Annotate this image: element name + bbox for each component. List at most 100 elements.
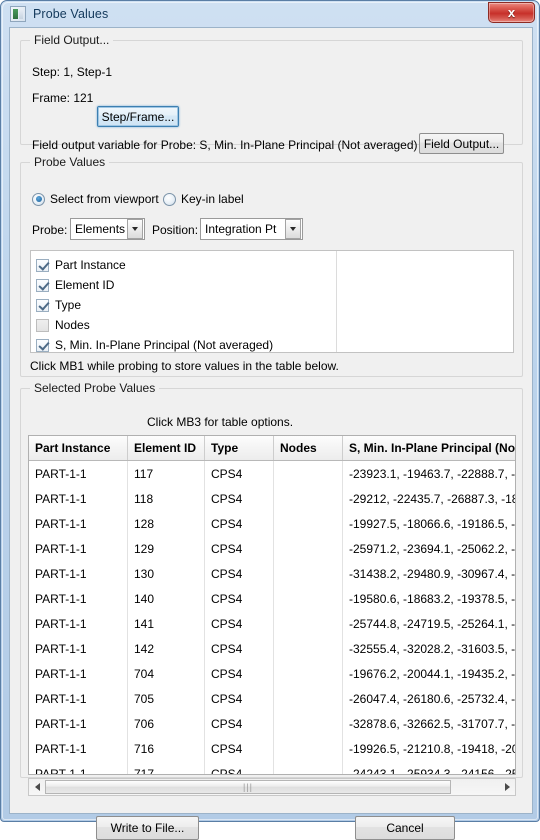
checkbox-icon-checked[interactable] — [36, 298, 49, 312]
column-header-element-id[interactable]: Element ID — [127, 436, 205, 461]
checkbox-icon-checked[interactable] — [36, 338, 49, 352]
checkbox-row-nodes[interactable]: Nodes — [36, 316, 90, 334]
cell-type: CPS4 — [204, 460, 274, 486]
arrow-right-icon — [504, 783, 510, 791]
cell-values: -26047.4, -26180.6, -25732.4, -25862.8 — [342, 686, 515, 711]
table-horizontal-scrollbar[interactable]: ||| — [28, 778, 516, 796]
chevron-down-icon — [132, 227, 138, 231]
cell-part-instance: PART-1-1 — [29, 586, 128, 611]
table-row[interactable]: PART-1-1 140 CPS4 -19580.6, -18683.2, -1… — [29, 586, 515, 611]
listbox-column-divider — [336, 251, 337, 352]
probe-values-table: Part Instance Element ID Type Nodes S, M… — [29, 436, 515, 774]
table-row[interactable]: PART-1-1 717 CPS4 -24243.1, -25934.3, -2… — [29, 761, 515, 774]
probe-combo[interactable]: Elements — [70, 218, 145, 240]
table-row[interactable]: PART-1-1 141 CPS4 -25744.8, -24719.5, -2… — [29, 611, 515, 636]
cell-element-id: 129 — [127, 536, 205, 561]
cell-element-id: 704 — [127, 661, 205, 686]
cell-part-instance: PART-1-1 — [29, 661, 128, 686]
cell-nodes — [273, 711, 343, 736]
field-output-group-title: Field Output... — [30, 33, 114, 47]
cell-type: CPS4 — [204, 486, 274, 511]
checkbox-row-type[interactable]: Type — [36, 296, 81, 314]
checkbox-row-part-instance[interactable]: Part Instance — [36, 256, 126, 274]
abaqus-app-icon — [10, 6, 26, 22]
cell-nodes — [273, 561, 343, 586]
checkbox-icon-unchecked[interactable] — [36, 318, 49, 332]
table-row[interactable]: PART-1-1 142 CPS4 -32555.4, -32028.2, -3… — [29, 636, 515, 661]
cell-element-id: 130 — [127, 561, 205, 586]
table-body: PART-1-1 117 CPS4 -23923.1, -19463.7, -2… — [29, 460, 515, 774]
table-row[interactable]: PART-1-1 129 CPS4 -25971.2, -23694.1, -2… — [29, 536, 515, 561]
probe-values-group-title: Probe Values — [30, 155, 110, 169]
table-row[interactable]: PART-1-1 118 CPS4 -29212, -22435.7, -268… — [29, 486, 515, 511]
scrollbar-track[interactable]: ||| — [45, 779, 499, 795]
cell-type: CPS4 — [204, 536, 274, 561]
scroll-left-button[interactable] — [29, 779, 45, 795]
cell-type: CPS4 — [204, 611, 274, 636]
cell-nodes — [273, 636, 343, 661]
table-row[interactable]: PART-1-1 117 CPS4 -23923.1, -19463.7, -2… — [29, 460, 515, 486]
cell-values: -19580.6, -18683.2, -19378.5, -18484.1 — [342, 586, 515, 611]
column-header-part-instance[interactable]: Part Instance — [29, 436, 128, 461]
probe-combo-label: Probe: — [32, 223, 68, 237]
chevron-down-icon — [290, 227, 296, 231]
cell-type: CPS4 — [204, 661, 274, 686]
cell-values: -31438.2, -29480.9, -30967.4, -28741.2 — [342, 561, 515, 586]
position-combo[interactable]: Integration Pt — [200, 218, 303, 240]
close-button[interactable]: x — [488, 2, 535, 23]
cell-element-id: 118 — [127, 486, 205, 511]
checkbox-row-s-min-in-plane-principal[interactable]: S, Min. In-Plane Principal (Not averaged… — [36, 336, 274, 352]
scroll-right-button[interactable] — [499, 779, 515, 795]
title-bar[interactable]: Probe Values x — [1, 1, 540, 27]
table-row[interactable]: PART-1-1 128 CPS4 -19927.5, -18066.6, -1… — [29, 511, 515, 536]
position-combo-arrow-box[interactable] — [285, 219, 301, 239]
step-frame-button[interactable]: Step/Frame... — [97, 106, 179, 127]
step-label: Step: 1, Step-1 — [32, 65, 113, 79]
probe-values-table-container[interactable]: Part Instance Element ID Type Nodes S, M… — [28, 435, 516, 775]
checkbox-icon-checked[interactable] — [36, 258, 49, 272]
table-row[interactable]: PART-1-1 130 CPS4 -31438.2, -29480.9, -3… — [29, 561, 515, 586]
field-output-button[interactable]: Field Output... — [419, 133, 504, 154]
grip-icon: ||| — [242, 781, 253, 792]
checkbox-label-type: Type — [55, 298, 82, 312]
cell-values: -19926.5, -21210.8, -19418, -20793.2 — [342, 736, 515, 761]
cell-type: CPS4 — [204, 686, 274, 711]
cell-part-instance: PART-1-1 — [29, 736, 128, 761]
cell-values: -24243.1, -25934.3, -24156, -25918.3 — [342, 761, 515, 774]
checkbox-icon-checked[interactable] — [36, 278, 49, 292]
cell-part-instance: PART-1-1 — [29, 460, 128, 486]
column-header-s-min-in-plane-principal[interactable]: S, Min. In-Plane Principal (Not average — [342, 436, 515, 461]
checkbox-row-element-id[interactable]: Element ID — [36, 276, 114, 294]
cell-nodes — [273, 460, 343, 486]
cell-element-id: 128 — [127, 511, 205, 536]
table-header-row: Part Instance Element ID Type Nodes S, M… — [29, 436, 515, 461]
cell-values: -29212, -22435.7, -26887.3, -18443.2 — [342, 486, 515, 511]
column-header-type[interactable]: Type — [204, 436, 274, 461]
probe-fields-listbox[interactable]: Part Instance Element ID Type Nodes S, M… — [30, 250, 514, 353]
cell-element-id: 117 — [127, 460, 205, 486]
table-row[interactable]: PART-1-1 706 CPS4 -32878.6, -32662.5, -3… — [29, 711, 515, 736]
probe-combo-value: Elements — [75, 222, 126, 236]
cell-values: -32555.4, -32028.2, -31603.5, -31368.2 — [342, 636, 515, 661]
cell-part-instance: PART-1-1 — [29, 686, 128, 711]
write-to-file-button[interactable]: Write to File... — [96, 816, 199, 840]
cell-part-instance: PART-1-1 — [29, 486, 128, 511]
probe-combo-arrow-box[interactable] — [127, 219, 143, 239]
cancel-button[interactable]: Cancel — [355, 816, 455, 840]
table-row[interactable]: PART-1-1 705 CPS4 -26047.4, -26180.6, -2… — [29, 686, 515, 711]
cell-element-id: 140 — [127, 586, 205, 611]
arrow-left-icon — [34, 783, 40, 791]
checkbox-label-s-min-in-plane-principal: S, Min. In-Plane Principal (Not averaged… — [55, 338, 274, 352]
checkbox-label-part-instance: Part Instance — [55, 258, 126, 272]
scrollbar-thumb[interactable]: ||| — [45, 780, 451, 794]
column-header-nodes[interactable]: Nodes — [273, 436, 343, 461]
dialog-client-area: Field Output... Step: 1, Step-1 Frame: 1… — [9, 27, 533, 840]
cell-element-id: 142 — [127, 636, 205, 661]
cell-nodes — [273, 536, 343, 561]
radio-select-from-viewport[interactable]: Select from viewport — [32, 192, 159, 206]
cell-element-id: 716 — [127, 736, 205, 761]
table-row[interactable]: PART-1-1 716 CPS4 -19926.5, -21210.8, -1… — [29, 736, 515, 761]
cell-part-instance: PART-1-1 — [29, 536, 128, 561]
table-row[interactable]: PART-1-1 704 CPS4 -19676.2, -20044.1, -1… — [29, 661, 515, 686]
radio-key-in-label[interactable]: Key-in label — [163, 192, 244, 206]
